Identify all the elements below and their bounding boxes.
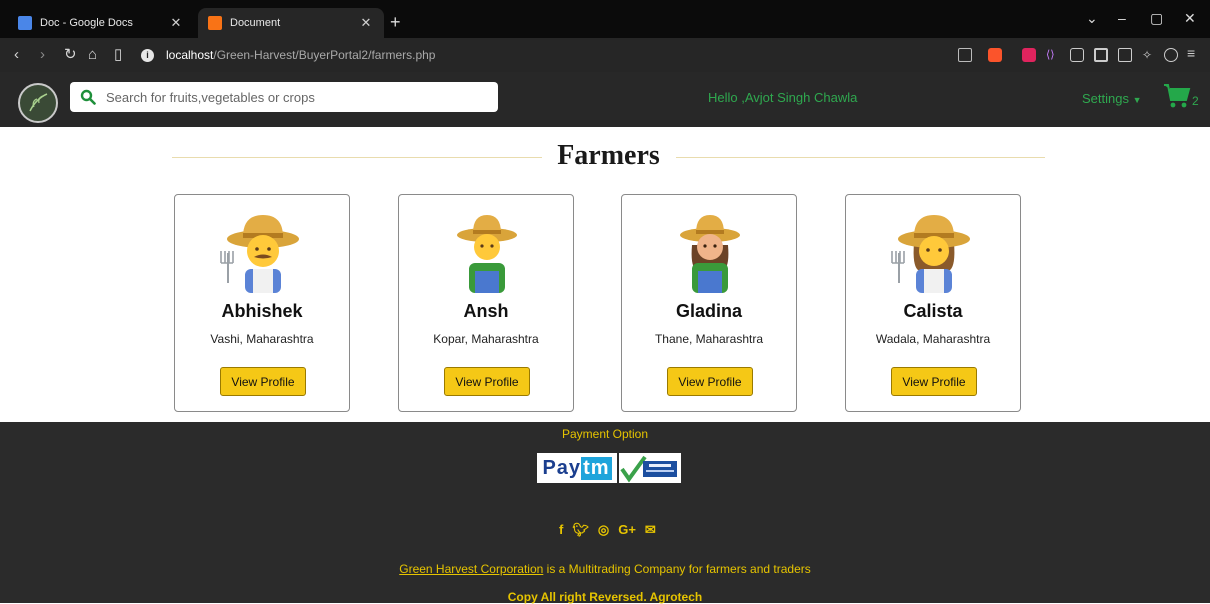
paytm-logo-text-a: Pay <box>542 456 582 479</box>
close-tab-icon[interactable]: ✕ <box>168 15 184 31</box>
home-icon[interactable]: ⌂ <box>88 46 97 64</box>
url-host: localhost <box>166 48 214 62</box>
google-plus-icon[interactable]: G+ <box>618 522 636 538</box>
farmer-location: Kopar, Maharashtra <box>433 332 539 346</box>
farmer-card: Gladina Thane, Maharashtra View Profile <box>621 194 797 412</box>
document-favicon-icon <box>208 16 222 30</box>
male-farmer-icon <box>220 215 299 293</box>
menu-icon[interactable]: ≡ <box>1187 45 1201 61</box>
vpn-icon[interactable] <box>1164 48 1178 62</box>
cash-on-delivery-icon <box>620 455 677 483</box>
tab-title: Doc - Google Docs <box>40 17 133 29</box>
male-farmer-icon <box>457 215 517 293</box>
page-title: Farmers <box>172 140 1045 172</box>
close-tab-icon[interactable]: ✕ <box>358 15 374 31</box>
back-icon[interactable]: ‹ <box>14 46 19 64</box>
site-info-icon[interactable]: i <box>141 48 154 62</box>
female-farmer-icon <box>680 215 740 293</box>
view-profile-button[interactable]: View Profile <box>220 367 306 396</box>
browser-tab-strip: Doc - Google Docs ✕ Document ✕ + ⌄ – ▢ ✕ <box>0 0 1210 38</box>
search-bar <box>70 82 498 112</box>
maximize-icon[interactable]: ▢ <box>1150 10 1163 27</box>
settings-dropdown[interactable]: Settings ▼ <box>1082 91 1142 106</box>
tab-title: Document <box>230 17 281 29</box>
farmer-location: Vashi, Maharashtra <box>210 332 314 346</box>
farmer-card: Calista Wadala, Maharashtra View Profile <box>845 194 1021 412</box>
address-bar[interactable]: i localhost/Green-Harvest/BuyerPortal2/f… <box>141 43 991 67</box>
female-farmer-icon <box>891 215 970 293</box>
social-links: f 🐦︎ ◎ G+ ✉ <box>559 522 656 538</box>
farmer-name: Gladina <box>675 301 742 321</box>
google-docs-icon <box>18 16 32 30</box>
farmer-location: Thane, Maharashtra <box>654 332 764 346</box>
leaf-icon <box>29 93 48 112</box>
instagram-icon[interactable]: ◎ <box>598 522 609 538</box>
cart-button[interactable] <box>1163 83 1191 114</box>
paytm-logo: Pay tm <box>537 453 617 483</box>
browser-tab-google-docs[interactable]: Doc - Google Docs ✕ <box>8 8 194 38</box>
farmer-name: Ansh <box>463 301 509 321</box>
farmer-location: Wadala, Maharashtra <box>875 332 991 346</box>
search-input[interactable] <box>106 84 486 110</box>
farmer-card: Abhishek Vashi, Maharashtra View Profile <box>174 194 350 412</box>
brave-shield-icon[interactable] <box>988 48 1002 62</box>
tab-search-icon[interactable]: ⌄ <box>1086 10 1098 27</box>
browser-tab-document[interactable]: Document ✕ <box>198 8 384 38</box>
farmer-card: Ansh Kopar, Maharashtra View Profile <box>398 194 574 412</box>
view-profile-button[interactable]: View Profile <box>444 367 530 396</box>
mail-icon[interactable]: ✉ <box>645 522 656 538</box>
reload-icon[interactable]: ↻ <box>64 46 77 64</box>
cod-logo <box>619 453 681 483</box>
facebook-icon[interactable]: f <box>559 522 563 538</box>
payment-option-title: Payment Option <box>561 427 649 441</box>
cart-icon <box>1164 84 1191 108</box>
page-title-text: Farmers <box>549 140 668 171</box>
farmers-heading-row: Farmers <box>172 140 1045 174</box>
view-profile-button[interactable]: View Profile <box>667 367 753 396</box>
farmer-name: Calista <box>903 301 963 321</box>
forward-icon[interactable]: › <box>40 46 45 64</box>
new-tab-icon[interactable]: + <box>390 12 401 33</box>
view-profile-button[interactable]: View Profile <box>891 367 977 396</box>
search-button[interactable] <box>70 82 106 112</box>
leo-ai-icon[interactable]: ✧ <box>1142 48 1156 62</box>
company-link[interactable]: Green Harvest Corporation <box>399 562 543 576</box>
minimize-icon[interactable]: – <box>1118 10 1126 26</box>
settings-label: Settings <box>1082 91 1129 106</box>
company-description: is a Multitrading Company for farmers an… <box>543 562 811 576</box>
url-path: /Green-Harvest/BuyerPortal2/farmers.php <box>213 48 436 62</box>
user-greeting: Hello ,Avjot Singh Chawla <box>708 90 858 105</box>
share-icon[interactable] <box>958 48 972 62</box>
extension-code-icon[interactable]: ⟨⟩ <box>1046 48 1060 62</box>
extension-red-icon[interactable] <box>1022 48 1036 62</box>
twitter-icon[interactable]: 🐦︎ <box>572 522 589 538</box>
sidebar-icon[interactable] <box>1094 48 1108 62</box>
search-icon <box>80 89 96 105</box>
extensions-icon[interactable] <box>1070 48 1084 62</box>
bookmark-icon[interactable]: ▯ <box>114 46 122 64</box>
company-about: Green Harvest Corporation is a Multitrad… <box>0 562 1210 576</box>
green-harvest-logo[interactable] <box>18 83 58 123</box>
farmer-name: Abhishek <box>221 301 303 321</box>
copyright-text: Copy All right Reversed. Agrotech <box>507 590 703 604</box>
paytm-logo-text-b: tm <box>581 456 612 480</box>
cart-count: 2 <box>1192 94 1199 108</box>
wallet-icon[interactable] <box>1118 48 1132 62</box>
caret-down-icon: ▼ <box>1132 95 1142 105</box>
browser-toolbar: ‹ › ↻ ⌂ ▯ i localhost/Green-Harvest/Buye… <box>0 38 1210 72</box>
close-window-icon[interactable]: ✕ <box>1184 10 1196 27</box>
